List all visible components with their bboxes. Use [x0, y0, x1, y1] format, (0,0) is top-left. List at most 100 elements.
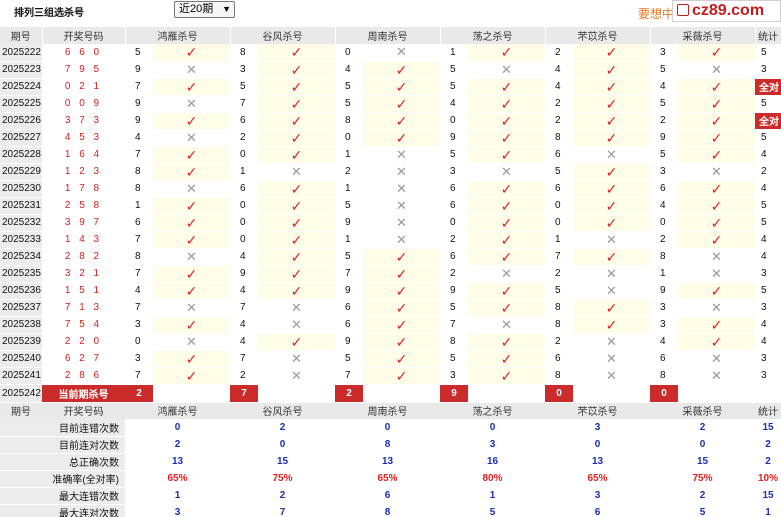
- table-row: 2025223 7 9 5 9 ✕ 3 ✓ 4 ✓ 5 ✕ 4 ✓ 5 ✕ 3: [0, 61, 781, 79]
- check-icon: ✓: [363, 282, 440, 300]
- kill-digit-cell: 6: [440, 180, 468, 198]
- logo-icon: [677, 4, 689, 16]
- summary-value: 7: [230, 504, 335, 517]
- kill-digit-cell: 5: [440, 78, 468, 96]
- kill-digit-cell: 6: [545, 180, 573, 198]
- cross-icon: ✕: [153, 61, 230, 79]
- col-header-caiwei: 采薇杀号: [650, 27, 756, 44]
- check-icon: ✓: [573, 214, 650, 232]
- kill-digit-cell: 5: [650, 61, 678, 79]
- kill-digit-cell: 4: [125, 282, 153, 300]
- kill-digit-cell: 0: [125, 333, 153, 351]
- col-header-period: 期号: [0, 402, 42, 419]
- kill-digit-cell: 9: [125, 112, 153, 130]
- table-row: 2025238 7 5 4 3 ✓ 4 ✕ 6 ✓ 7 ✕ 8 ✓ 3 ✓ 4: [0, 316, 781, 334]
- stat-cell: 4: [755, 316, 781, 334]
- kill-digit-cell: 2: [230, 367, 258, 385]
- check-icon: ✓: [153, 231, 230, 249]
- draw-number-cell: 2 5 8: [42, 197, 125, 215]
- period-select[interactable]: 近20期 ▼: [174, 1, 235, 18]
- check-icon: ✓: [153, 163, 230, 181]
- check-icon: ✓: [678, 180, 755, 198]
- table-row: 2025230 1 7 8 8 ✕ 6 ✓ 1 ✕ 6 ✓ 6 ✓ 6 ✓ 4: [0, 180, 781, 198]
- kill-digit-cell: 9: [440, 129, 468, 147]
- cross-icon: ✕: [573, 146, 650, 164]
- kill-digit-cell: 5: [650, 95, 678, 113]
- stat-cell: 4: [755, 333, 781, 351]
- check-icon: ✓: [258, 146, 335, 164]
- check-icon: ✓: [678, 231, 755, 249]
- cross-icon: ✕: [153, 129, 230, 147]
- kill-digit-cell: 7: [230, 350, 258, 368]
- summary-value: 3: [440, 436, 545, 454]
- kill-digit-cell: 7: [125, 231, 153, 249]
- kill-digit-cell: 4: [230, 248, 258, 266]
- draw-number-cell: 7 1 3: [42, 299, 125, 317]
- check-icon: ✓: [573, 78, 650, 96]
- check-icon: ✓: [468, 146, 545, 164]
- kill-digit-cell: 7: [545, 248, 573, 266]
- kill-digit-cell: 2: [650, 231, 678, 249]
- kill-digit-cell: 2: [230, 129, 258, 147]
- footer-header-row: 期号 开奖号码 鸿雁杀号 谷风杀号 周南杀号 荡之杀号 芣苡杀号 采薇杀号 统计: [0, 402, 781, 419]
- cross-icon: ✕: [468, 61, 545, 79]
- cross-icon: ✕: [573, 367, 650, 385]
- period-cell: 2025240: [0, 350, 42, 368]
- site-watermark: cz89.com: [672, 0, 781, 22]
- kill-digit-cell: 8: [440, 333, 468, 351]
- draw-number-cell: 0 2 1: [42, 78, 125, 96]
- chevron-down-icon: ▼: [222, 4, 231, 14]
- cross-icon: ✕: [678, 163, 755, 181]
- check-icon: ✓: [258, 197, 335, 215]
- kill-digit-cell: 9: [650, 282, 678, 300]
- kill-digit-cell: 3: [230, 61, 258, 79]
- summary-value: 8: [335, 504, 440, 517]
- check-icon: ✓: [153, 197, 230, 215]
- summary-value: 80%: [440, 470, 545, 488]
- cross-icon: ✕: [363, 44, 440, 62]
- cross-icon: ✕: [678, 61, 755, 79]
- kill-digit-cell: 4: [545, 61, 573, 79]
- stat-cell: 4: [755, 231, 781, 249]
- period-cell: 2025238: [0, 316, 42, 334]
- stat-cell: 5: [755, 197, 781, 215]
- draw-number-cell: 7 9 5: [42, 61, 125, 79]
- check-icon: ✓: [573, 61, 650, 79]
- blank-cell: [678, 384, 755, 403]
- kill-digit-cell: 0: [545, 214, 573, 232]
- period-cell: 2025237: [0, 299, 42, 317]
- kill-digit-cell: 0: [545, 197, 573, 215]
- cross-icon: ✕: [258, 316, 335, 334]
- draw-number-cell: 6 6 0: [42, 44, 125, 62]
- kill-digit-cell: 9: [335, 333, 363, 351]
- summary-value: 0: [650, 436, 755, 454]
- table-header-row: 期号 开奖号码 鸿雁杀号 谷风杀号 周南杀号 荡之杀号 芣苡杀号 采薇杀号 统计: [0, 27, 781, 44]
- check-icon: ✓: [363, 248, 440, 266]
- col-header-fuyi: 芣苡杀号: [545, 27, 651, 44]
- period-cell: 2025233: [0, 231, 42, 249]
- kill-digit-cell: 6: [545, 146, 573, 164]
- current-kill-digit: 9: [440, 384, 468, 403]
- summary-row: 准确率(全对率) 65% 75% 65% 80% 65% 75% 10%: [0, 470, 781, 488]
- check-icon: ✓: [678, 197, 755, 215]
- period-cell: 2025228: [0, 146, 42, 164]
- kill-digit-cell: 4: [650, 197, 678, 215]
- table-row: 2025226 3 7 3 9 ✓ 6 ✓ 8 ✓ 0 ✓ 2 ✓ 2 ✓ 全对: [0, 112, 781, 130]
- cross-icon: ✕: [153, 180, 230, 198]
- summary-row: 目前连错次数 0 2 0 0 3 2 15: [0, 419, 781, 437]
- kill-digit-cell: 7: [125, 146, 153, 164]
- check-icon: ✓: [258, 112, 335, 130]
- period-cell: 2025236: [0, 282, 42, 300]
- kill-digit-cell: 6: [335, 299, 363, 317]
- check-icon: ✓: [573, 299, 650, 317]
- period-cell: 2025231: [0, 197, 42, 215]
- summary-row: 最大连错次数 1 2 6 1 3 2 15: [0, 487, 781, 505]
- kill-digit-cell: 0: [335, 129, 363, 147]
- period-cell: 2025225: [0, 95, 42, 113]
- stat-cell: 5: [755, 95, 781, 113]
- summary-value: 0: [440, 419, 545, 437]
- check-icon: ✓: [363, 333, 440, 351]
- top-bar: 排列三组选杀号 近20期 ▼ 要想中大 cz89.com: [0, 0, 781, 24]
- blank-cell: [755, 384, 781, 403]
- col-header-hongyan: 鸿雁杀号: [125, 27, 231, 44]
